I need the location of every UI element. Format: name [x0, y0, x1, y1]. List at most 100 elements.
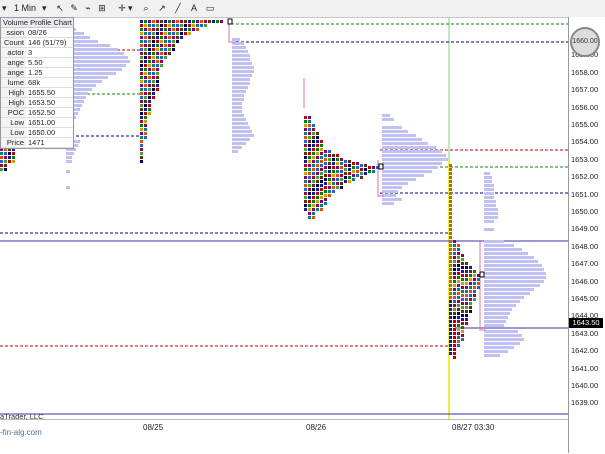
- text-icon[interactable]: A: [188, 3, 200, 15]
- magnify-icon[interactable]: ⌕: [140, 3, 152, 15]
- tpo-cell: [324, 190, 327, 193]
- cursor-icon[interactable]: ↖: [54, 3, 66, 15]
- chart-plot-area[interactable]: [0, 17, 568, 419]
- tpo-cell: [457, 260, 460, 263]
- tpo-cell: [332, 190, 335, 193]
- tpo-cell: [473, 270, 476, 273]
- chevron-down-icon[interactable]: ▾: [128, 3, 133, 14]
- lock-icon[interactable]: ⊞: [96, 3, 108, 15]
- tpo-cell: [316, 192, 319, 195]
- tpo-cell: [12, 156, 15, 159]
- tpo-cell: [148, 76, 151, 79]
- line-icon[interactable]: ╱: [172, 3, 184, 15]
- tpo-cell: [372, 170, 375, 173]
- chevron-down-icon[interactable]: ▾: [42, 3, 47, 14]
- tpo-cell: [465, 270, 468, 273]
- tpo-cell: [148, 84, 151, 87]
- zoom-magnifier-button[interactable]: 1660.00: [570, 27, 600, 57]
- tpo-cell: [312, 184, 315, 187]
- tpo-cell: [304, 148, 307, 151]
- tpo-cell: [304, 140, 307, 143]
- tpo-cell: [140, 152, 143, 155]
- tpo-cell: [449, 348, 452, 351]
- tpo-cell: [144, 24, 147, 27]
- tpo-cell: [340, 170, 343, 173]
- tpo-cell: [469, 294, 472, 297]
- tpo-cell: [453, 304, 456, 307]
- tpo-cell: [140, 28, 143, 31]
- tpo-cell: [348, 164, 351, 167]
- tpo-cell: [473, 294, 476, 297]
- tpo-cell: [144, 104, 147, 107]
- tpo-cell: [140, 108, 143, 111]
- tpo-cell: [461, 310, 464, 313]
- tpo-cell: [144, 92, 147, 95]
- tpo-cell: [316, 140, 319, 143]
- tpo-cell: [152, 68, 155, 71]
- tpo-cell: [449, 192, 452, 195]
- tpo-cell: [312, 172, 315, 175]
- tpo-cell: [156, 20, 159, 23]
- tpo-cell: [328, 174, 331, 177]
- tpo-cell: [457, 328, 460, 331]
- volume-profile-1: [232, 38, 254, 153]
- tpo-cell: [449, 280, 452, 283]
- tpo-cell: [164, 44, 167, 47]
- open-marker-2: [378, 163, 384, 170]
- brush-icon[interactable]: ⌁: [82, 3, 94, 15]
- chevron-down-icon[interactable]: ▾: [2, 3, 7, 14]
- info-value: 1652.50: [28, 108, 56, 117]
- tpo-cell: [324, 158, 327, 161]
- website-watermark[interactable]: -fin-alg.com: [0, 428, 42, 437]
- tpo-cell: [461, 266, 464, 269]
- tpo-cell: [140, 104, 143, 107]
- tpo-cell: [332, 166, 335, 169]
- tpo-cell: [328, 190, 331, 193]
- tpo-cell: [160, 60, 163, 63]
- tpo-cell: [457, 288, 460, 291]
- tpo-cell: [176, 40, 179, 43]
- tpo-cell: [453, 328, 456, 331]
- tpo-cell: [188, 28, 191, 31]
- info-row: POC 1652.50: [1, 108, 73, 118]
- tpo-cell: [140, 112, 143, 115]
- tpo-cell: [320, 188, 323, 191]
- pencil-icon[interactable]: ✎: [68, 3, 80, 15]
- tpo-cell: [457, 300, 460, 303]
- tpo-cell: [457, 252, 460, 255]
- tpo-cell: [328, 162, 331, 165]
- tpo-cell: [180, 20, 183, 23]
- tpo-cell: [453, 256, 456, 259]
- tpo-cell: [156, 76, 159, 79]
- tpo-cell: [465, 274, 468, 277]
- price-tick-label: 1641.00: [571, 363, 599, 373]
- tpo-cell: [344, 164, 347, 167]
- tpo-cell: [453, 268, 456, 271]
- timeframe-selector[interactable]: 1 Min: [14, 3, 36, 14]
- rect-icon[interactable]: ▭: [204, 3, 216, 15]
- tpo-cell: [168, 40, 171, 43]
- tpo-cell: [304, 180, 307, 183]
- tpo-cell: [160, 20, 163, 23]
- tpo-cell: [172, 28, 175, 31]
- tpo-cell: [360, 172, 363, 175]
- tpo-cell: [449, 240, 452, 243]
- tpo-cell: [453, 348, 456, 351]
- tpo-cell: [320, 204, 323, 207]
- info-value: 68k: [28, 78, 41, 87]
- tpo-cell: [144, 56, 147, 59]
- tpo-cell: [144, 60, 147, 63]
- tpo-cell: [180, 36, 183, 39]
- tpo-cell: [360, 164, 363, 167]
- tpo-cell: [316, 136, 319, 139]
- tpo-cell: [172, 20, 175, 23]
- tpo-cell: [461, 302, 464, 305]
- tpo-cell: [316, 168, 319, 171]
- tpo-cell: [457, 264, 460, 267]
- tpo-cell: [316, 184, 319, 187]
- tpo-cell: [449, 292, 452, 295]
- crosshair-icon[interactable]: ✛: [116, 3, 128, 15]
- tpo-cell: [324, 150, 327, 153]
- arrow-icon[interactable]: ↗: [156, 3, 168, 15]
- tpo-cell: [160, 56, 163, 59]
